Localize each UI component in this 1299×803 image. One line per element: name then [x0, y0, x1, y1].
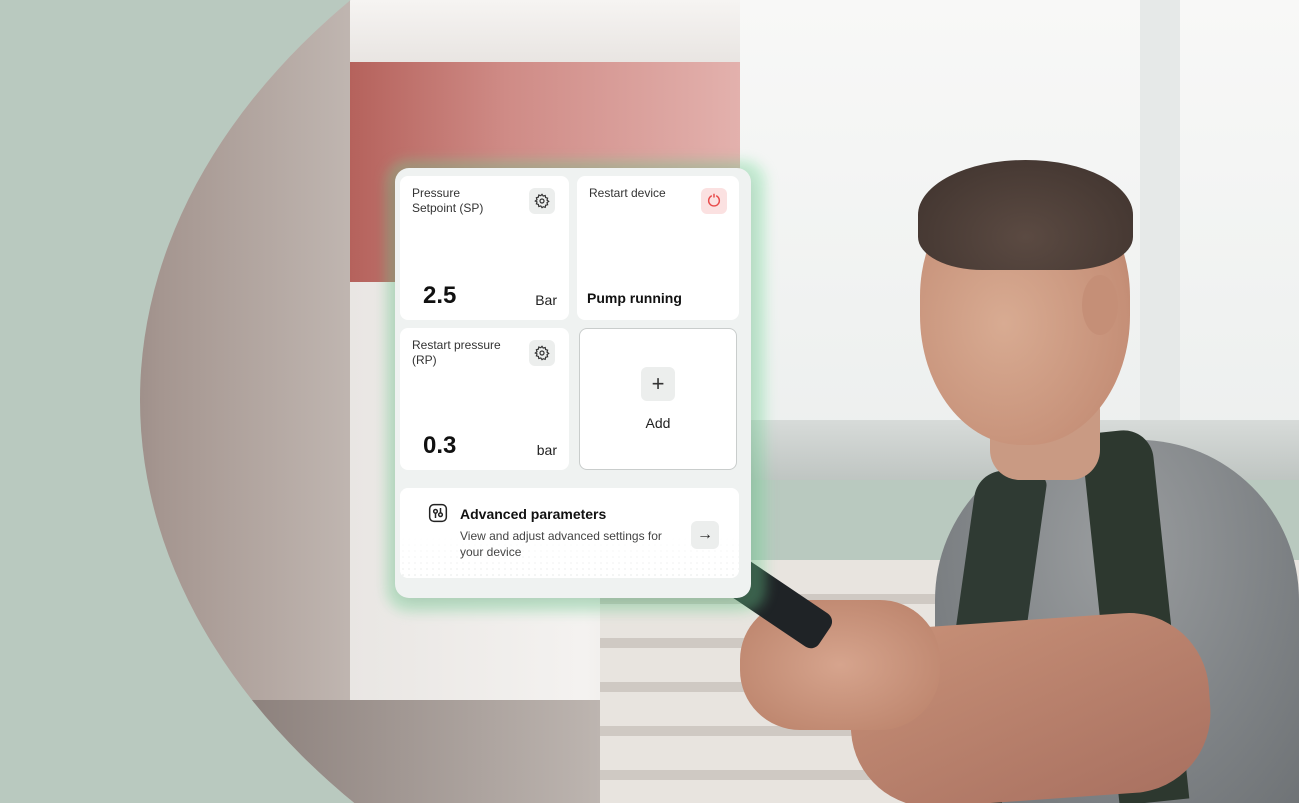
column-cap — [350, 0, 740, 70]
pressure-setpoint-settings-button[interactable] — [529, 188, 555, 214]
pressure-setpoint-tile[interactable]: Pressure Setpoint (SP) 2.5 Bar — [400, 176, 569, 320]
plus-icon: + — [641, 367, 675, 401]
restart-pressure-value: 0.3 — [423, 432, 457, 459]
gear-icon — [534, 345, 550, 361]
pressure-setpoint-unit: Bar — [535, 292, 557, 308]
advanced-parameters-description: View and adjust advanced settings for yo… — [460, 529, 662, 559]
gear-icon — [534, 193, 550, 209]
restart-device-label: Restart device — [589, 186, 666, 200]
restart-device-tile[interactable]: Restart device Pump running — [577, 176, 739, 320]
pressure-setpoint-value: 2.5 — [423, 282, 457, 309]
restart-pressure-settings-button[interactable] — [529, 340, 555, 366]
arrow-right-icon[interactable]: → — [691, 521, 719, 549]
restart-pressure-label: Restart pressure (RP) — [412, 338, 501, 367]
advanced-parameters-title: Advanced parameters — [460, 506, 607, 522]
pressure-setpoint-label: Pressure Setpoint (SP) — [412, 186, 484, 215]
person-hair — [918, 160, 1133, 270]
device-dashboard-card: Pressure Setpoint (SP) 2.5 Bar Restart d… — [395, 168, 751, 598]
person-ear — [1082, 275, 1118, 335]
advanced-parameters-panel[interactable]: Advanced parameters View and adjust adva… — [400, 488, 739, 578]
restart-pressure-unit: bar — [536, 442, 557, 458]
sliders-icon — [428, 503, 448, 523]
add-widget-tile[interactable]: + Add — [579, 328, 737, 470]
restart-icon — [707, 193, 721, 207]
pump-status: Pump running — [587, 290, 682, 306]
floor — [140, 700, 600, 803]
restart-device-button[interactable] — [701, 188, 727, 214]
restart-pressure-tile[interactable]: Restart pressure (RP) 0.3 bar — [400, 328, 569, 470]
add-label: Add — [645, 415, 671, 431]
window-frame — [1140, 0, 1180, 420]
